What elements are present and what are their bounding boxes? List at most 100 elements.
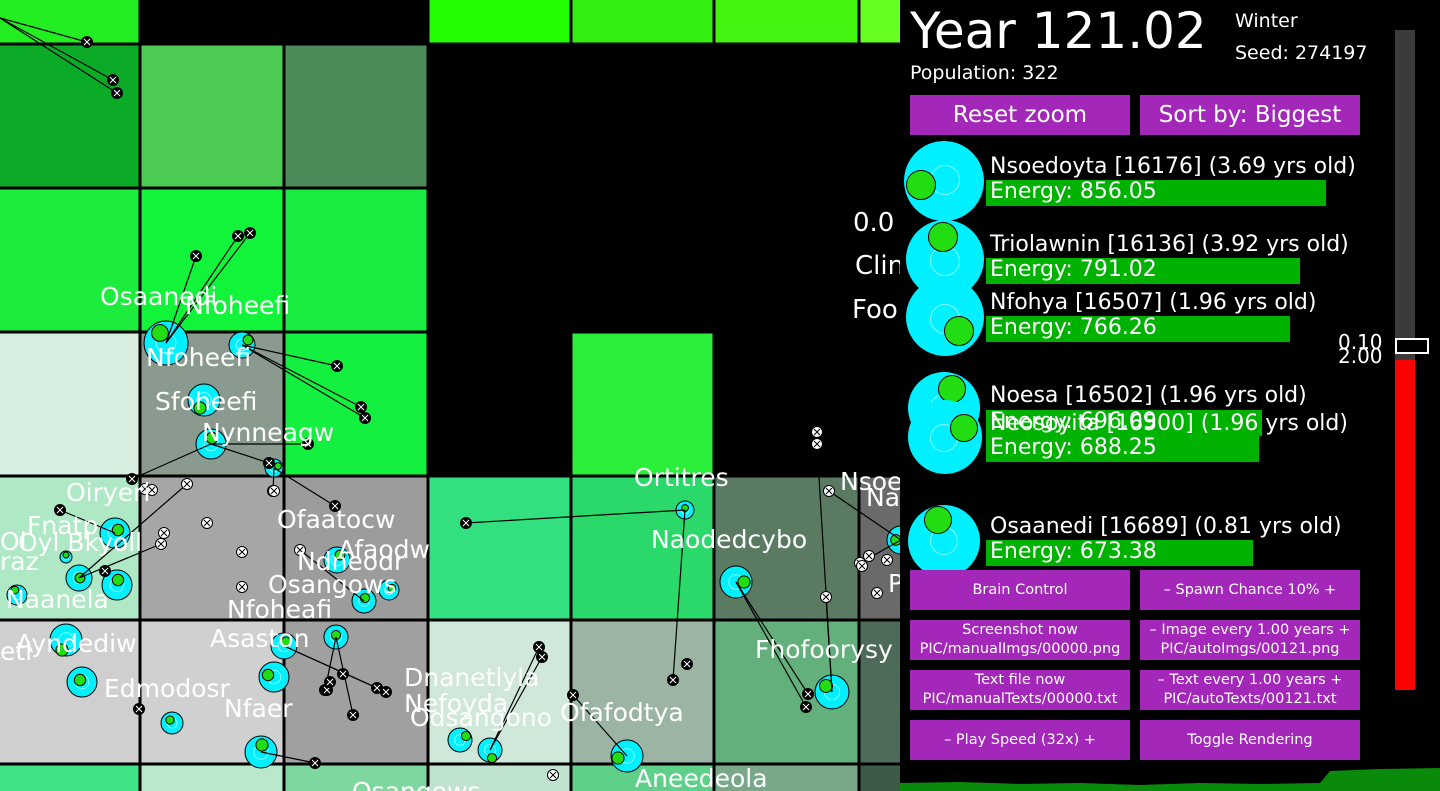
leaderboard-entry[interactable]: Nsoedoyta [16176] (3.69 yrs old) Energy:… <box>900 140 1440 221</box>
play-speed-control[interactable]: – Play Speed (32x) + <box>910 720 1130 760</box>
text-file-label: Text file now <box>974 672 1066 688</box>
image-interval-path: PIC/autoImgs/00121.png <box>1160 641 1340 657</box>
creature-name-label: Nfaer <box>224 694 293 723</box>
text-interval-control[interactable]: – Text every 1.00 years + PIC/autoTexts/… <box>1140 670 1360 710</box>
creature-name-label: Dnanetlyla <box>404 663 539 692</box>
node-icon <box>331 360 343 372</box>
node-icon <box>107 74 119 86</box>
node-icon <box>201 517 213 529</box>
node-icon <box>133 703 145 715</box>
sort-by-button[interactable]: Sort by: Biggest <box>1140 95 1360 135</box>
text-file-path: PIC/manualTexts/00000.txt <box>922 691 1118 707</box>
creature-name-label: Ofaatocw <box>277 505 395 534</box>
node-icon <box>347 709 359 721</box>
spawn-chance-control[interactable]: – Spawn Chance 10% + <box>1140 570 1360 610</box>
creature-name-label: Ol <box>0 527 27 556</box>
creature-name-label: Ayndediw <box>16 629 137 658</box>
season-display: Winter <box>1235 10 1298 32</box>
world-map[interactable]: OsaanediNfoheefiNfoheefiSfoheefiNynneagw… <box>0 0 900 791</box>
creature-name-label: Naodedcybo <box>651 525 807 554</box>
node-icon <box>99 565 111 577</box>
selected-info-line-2: Clin <box>855 251 900 281</box>
creature-name-label: Nynneagw <box>202 418 334 447</box>
node-icon <box>881 554 893 566</box>
slider-handle[interactable] <box>1395 338 1429 354</box>
node-icon <box>268 485 280 497</box>
creature-icon[interactable] <box>66 666 98 698</box>
creature-name-label: P <box>888 569 900 598</box>
toggle-rendering-button[interactable]: Toggle Rendering <box>1140 720 1360 760</box>
node-icon <box>823 485 835 497</box>
creature-name-label: Asaston <box>210 624 309 653</box>
creature-name-label: Sfoheefi <box>155 387 257 416</box>
leaderboard-energy: Energy: 673.38 <box>990 539 1157 564</box>
seed-display: Seed: 274197 <box>1235 42 1368 64</box>
creature-name-label: Aneedeola <box>635 764 768 791</box>
node-icon <box>236 581 248 593</box>
node-icon <box>155 538 167 550</box>
node-icon <box>324 676 336 688</box>
image-interval-label: – Image every 1.00 years + <box>1149 622 1351 638</box>
node-icon <box>536 651 548 663</box>
creature-name-label: Naanela <box>6 585 109 614</box>
node-icon <box>158 527 170 539</box>
creature-icon[interactable] <box>477 737 503 764</box>
image-interval-control[interactable]: – Image every 1.00 years + PIC/autoImgs/… <box>1140 620 1360 660</box>
temperature-slider[interactable] <box>1395 30 1415 690</box>
creature-name-label: Na <box>866 483 900 512</box>
node-icon <box>111 87 123 99</box>
creature-icon[interactable] <box>258 661 290 693</box>
node-icon <box>820 591 832 603</box>
leaderboard-energy: Energy: 688.25 <box>990 435 1157 460</box>
text-interval-path: PIC/autoTexts/00121.txt <box>1163 691 1337 707</box>
leaderboard-name: Nsoedoyta [16176] (3.69 yrs old) <box>990 154 1356 179</box>
creature-name-label: Fhofoorysy <box>755 635 893 664</box>
node-icon <box>232 230 244 242</box>
leaderboard-energy: Energy: 766.26 <box>990 315 1157 340</box>
node-icon <box>871 587 883 599</box>
node-icon <box>81 36 93 48</box>
creature-mouth-icon <box>944 316 974 346</box>
node-icon <box>236 546 248 558</box>
creature-name-label: Osangows <box>352 777 481 791</box>
leaderboard-entry[interactable]: Neosoyita [16500] (1.96 yrs old) Energy:… <box>900 398 1440 478</box>
node-icon <box>863 550 875 562</box>
creature-name-label: eti <box>0 637 32 666</box>
screenshot-path: PIC/manualImgs/00000.png <box>919 641 1121 657</box>
population-display: Population: 322 <box>910 62 1059 84</box>
year-display: Year 121.02 <box>910 2 1207 60</box>
brain-control-button[interactable]: Brain Control <box>910 570 1130 610</box>
creature-mouth-icon <box>924 506 952 534</box>
creature-name-label: Nfoheefi <box>185 291 290 320</box>
screenshot-button[interactable]: Screenshot now PIC/manualImgs/00000.png <box>910 620 1130 660</box>
leaderboard-energy: Energy: 856.05 <box>990 179 1157 204</box>
creature-name-label: Ofafodtya <box>560 698 684 727</box>
world-view[interactable]: Osaanedi Nfoheefi Nfoheefi Sfoheefi Nynneagw… <box>0 0 900 791</box>
node-icon <box>190 250 202 262</box>
text-interval-label: – Text every 1.00 years + <box>1157 672 1343 688</box>
creature-name-label: Oiryeri <box>66 478 150 507</box>
selected-info-line-1: 0.0 <box>853 208 894 238</box>
selected-creature-info: 0.0 Clin Foo <box>852 208 900 325</box>
node-icon <box>263 457 275 469</box>
selected-info-line-3: Foo <box>852 295 898 325</box>
creature-name-label: Odsangono <box>410 703 552 732</box>
creature-mouth-icon <box>928 222 958 252</box>
node-icon <box>533 641 545 653</box>
creature-icon[interactable] <box>160 711 184 735</box>
reset-zoom-button[interactable]: Reset zoom <box>910 95 1130 135</box>
node-icon <box>359 412 371 424</box>
node-icon <box>681 658 693 670</box>
text-file-button[interactable]: Text file now PIC/manualTexts/00000.txt <box>910 670 1130 710</box>
node-icon <box>811 426 823 438</box>
node-icon <box>856 560 868 572</box>
creature-name-label: Nfoheafi <box>227 595 332 624</box>
slider-label-bottom: 2.00 <box>1338 344 1383 368</box>
creature-name-label: Edmodosr <box>104 674 231 703</box>
node-icon <box>337 668 349 680</box>
node-icon <box>181 478 193 490</box>
leaderboard-name: Osaanedi [16689] (0.81 yrs old) <box>990 514 1342 539</box>
creature-name-label: Ortitres <box>634 463 729 492</box>
node-icon <box>309 757 321 769</box>
node-icon <box>800 701 812 713</box>
